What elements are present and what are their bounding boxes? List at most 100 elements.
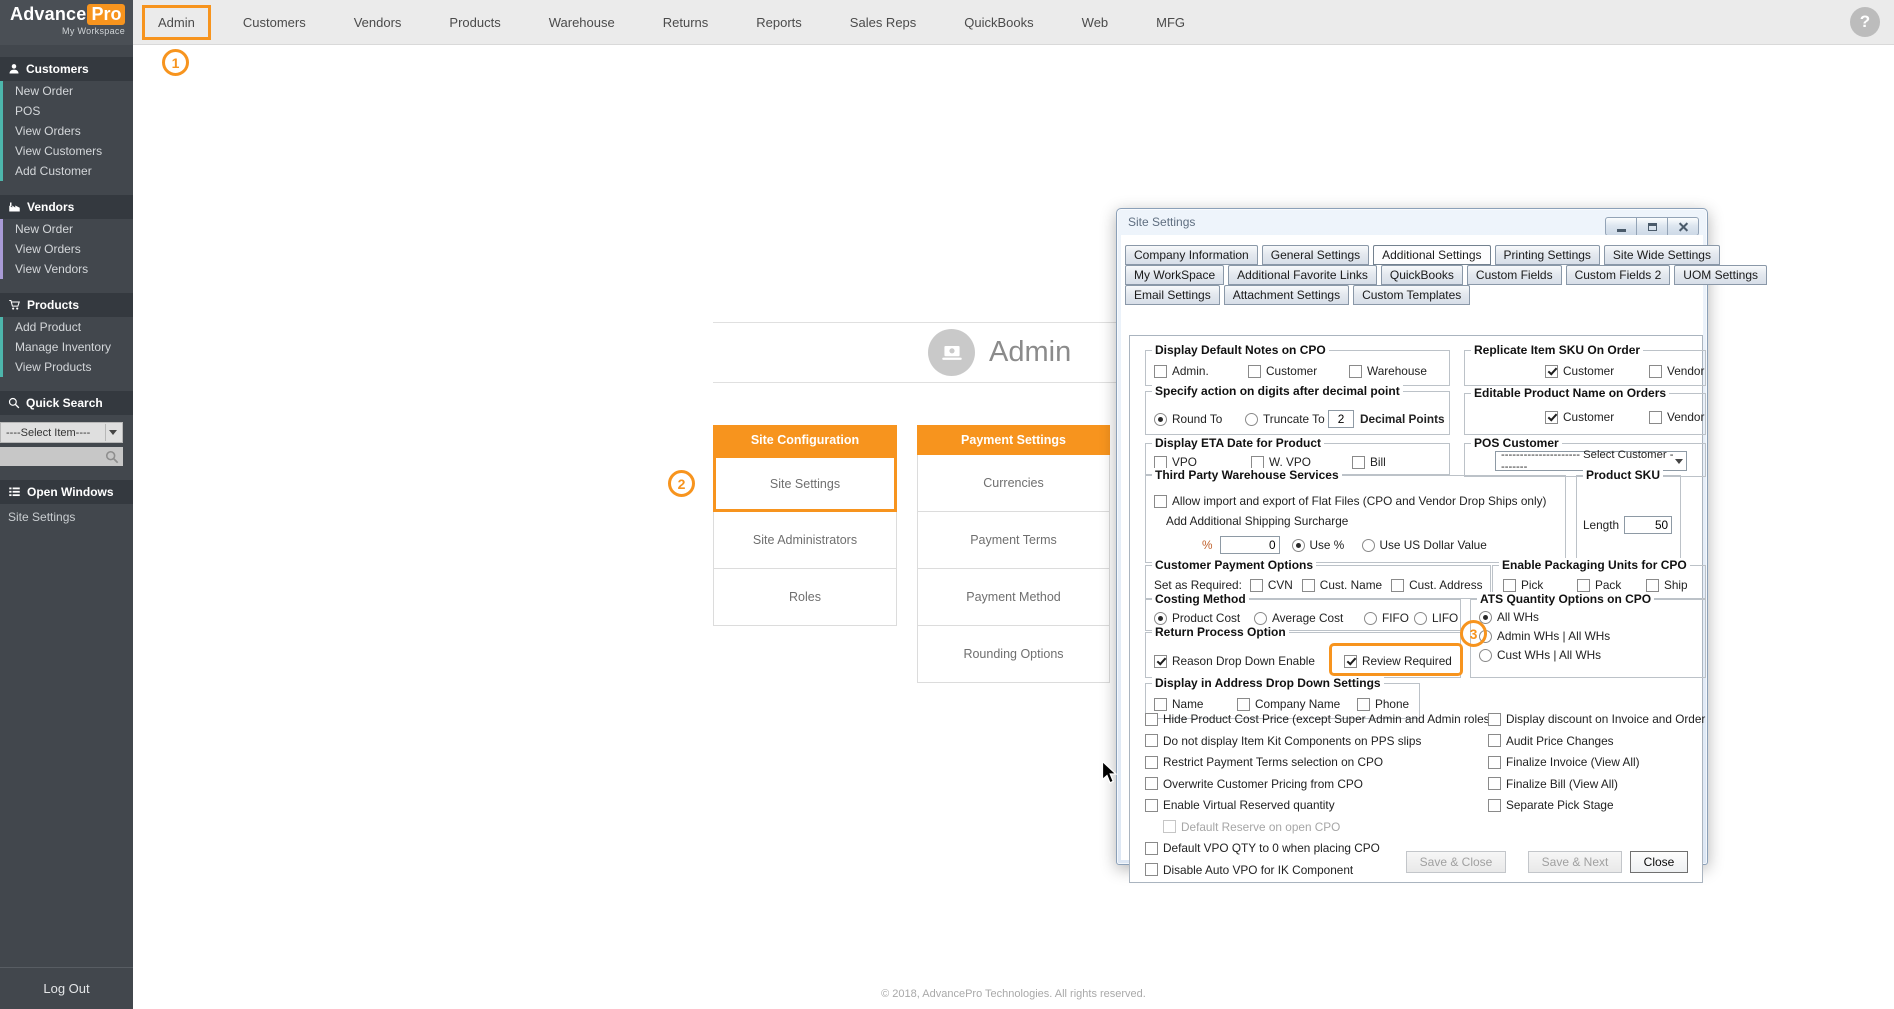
checkbox-customer[interactable]: Customer bbox=[1545, 410, 1649, 424]
checkbox-customer[interactable]: Customer bbox=[1248, 364, 1349, 378]
help-icon[interactable]: ? bbox=[1850, 7, 1880, 37]
nav-item-web[interactable]: Web bbox=[1079, 5, 1112, 40]
checkbox-display-discount-on-invoice-and-order[interactable]: Display discount on Invoice and Order bbox=[1488, 710, 1703, 728]
checkbox-vpo[interactable]: VPO bbox=[1154, 455, 1251, 469]
sidebar-item-vendors-view-orders[interactable]: View Orders bbox=[0, 239, 133, 259]
panel-item-payment-terms[interactable]: Payment Terms bbox=[917, 512, 1110, 569]
checkbox-separate-pick-stage[interactable]: Separate Pick Stage bbox=[1488, 796, 1703, 814]
panel-item-rounding-options[interactable]: Rounding Options bbox=[917, 626, 1110, 683]
radio-lifo[interactable]: LIFO bbox=[1414, 611, 1458, 625]
tab-general-settings[interactable]: General Settings bbox=[1262, 245, 1369, 265]
checkbox-bill[interactable]: Bill bbox=[1352, 455, 1386, 469]
radio-all-whs[interactable]: All WHs bbox=[1479, 610, 1539, 624]
nav-item-returns[interactable]: Returns bbox=[660, 5, 712, 40]
panel-item-site-administrators[interactable]: Site Administrators bbox=[713, 512, 897, 569]
nav-item-quickbooks[interactable]: QuickBooks bbox=[961, 5, 1036, 40]
sidebar-item-add-product[interactable]: Add Product bbox=[0, 317, 133, 337]
checkbox-warehouse[interactable]: Warehouse bbox=[1349, 364, 1427, 378]
tab-attachment-settings[interactable]: Attachment Settings bbox=[1224, 285, 1349, 305]
nav-item-reports[interactable]: Reports bbox=[753, 5, 805, 40]
checkbox-do-not-display-item-kit-components-on-pps-slips[interactable]: Do not display Item Kit Components on PP… bbox=[1145, 732, 1480, 750]
tab-company-information[interactable]: Company Information bbox=[1125, 245, 1258, 265]
checkbox-restrict-payment-terms-selection-on-cpo[interactable]: Restrict Payment Terms selection on CPO bbox=[1145, 753, 1480, 771]
tab-custom-fields[interactable]: Custom Fields bbox=[1467, 265, 1562, 285]
close-window-button[interactable] bbox=[1667, 217, 1699, 236]
checkbox-default-reserve-on-open-cpo[interactable]: Default Reserve on open CPO bbox=[1163, 818, 1480, 836]
quick-search-input[interactable] bbox=[4, 449, 105, 464]
checkbox-enable-virtual-reserved-quantity[interactable]: Enable Virtual Reserved quantity bbox=[1145, 796, 1480, 814]
sidebar-item-vendors-new-order[interactable]: New Order bbox=[0, 219, 133, 239]
radio-use[interactable]: Use % bbox=[1292, 538, 1362, 552]
tab-my-workspace[interactable]: My WorkSpace bbox=[1125, 265, 1224, 285]
surcharge-input[interactable] bbox=[1220, 536, 1280, 554]
checkbox-allow-flat-files[interactable]: Allow import and export of Flat Files (C… bbox=[1154, 494, 1546, 508]
checkbox-vendor[interactable]: Vendor bbox=[1649, 364, 1704, 378]
radio-use-us-dollar-value[interactable]: Use US Dollar Value bbox=[1362, 538, 1487, 552]
sidebar-item-customers-view-orders[interactable]: View Orders bbox=[0, 121, 133, 141]
maximize-button[interactable] bbox=[1636, 217, 1668, 236]
sidebar-item-manage-inventory[interactable]: Manage Inventory bbox=[0, 337, 133, 357]
nav-item-warehouse[interactable]: Warehouse bbox=[546, 5, 618, 40]
radio-average-cost[interactable]: Average Cost bbox=[1254, 611, 1364, 625]
radio-truncate-to[interactable]: Truncate To bbox=[1245, 412, 1328, 426]
logout-button[interactable]: Log Out bbox=[0, 967, 133, 1009]
checkbox-audit-price-changes[interactable]: Audit Price Changes bbox=[1488, 732, 1703, 750]
sidebar-item-pos[interactable]: POS bbox=[0, 101, 133, 121]
sidebar-item-view-products[interactable]: View Products bbox=[0, 357, 133, 377]
checkbox-reason-drop-down-enable[interactable]: Reason Drop Down Enable bbox=[1154, 654, 1344, 668]
checkbox-cust-address[interactable]: Cust. Address bbox=[1391, 578, 1482, 592]
checkbox-finalize-bill-view-all[interactable]: Finalize Bill (View All) bbox=[1488, 775, 1703, 793]
radio-admin-whs-all-whs[interactable]: Admin WHs | All WHs bbox=[1479, 629, 1610, 643]
checkbox-name[interactable]: Name bbox=[1154, 697, 1237, 711]
tab-email-settings[interactable]: Email Settings bbox=[1125, 285, 1220, 305]
checkbox-phone[interactable]: Phone bbox=[1357, 697, 1409, 711]
radio-product-cost[interactable]: Product Cost bbox=[1154, 611, 1254, 625]
checkbox-finalize-invoice-view-all[interactable]: Finalize Invoice (View All) bbox=[1488, 753, 1703, 771]
panel-item-roles[interactable]: Roles bbox=[713, 569, 897, 626]
nav-item-vendors[interactable]: Vendors bbox=[351, 5, 405, 40]
open-window-site-settings[interactable]: Site Settings bbox=[0, 504, 133, 527]
checkbox-vendor[interactable]: Vendor bbox=[1649, 410, 1704, 424]
panel-item-payment-method[interactable]: Payment Method bbox=[917, 569, 1110, 626]
nav-item-products[interactable]: Products bbox=[446, 5, 503, 40]
checkbox-company-name[interactable]: Company Name bbox=[1237, 697, 1357, 711]
sidebar-item-customers-new-order[interactable]: New Order bbox=[0, 81, 133, 101]
panel-item-site-settings[interactable]: Site Settings bbox=[713, 455, 897, 512]
nav-item-sales-reps[interactable]: Sales Reps bbox=[847, 5, 919, 40]
tab-custom-templates[interactable]: Custom Templates bbox=[1353, 285, 1470, 305]
nav-item-admin[interactable]: Admin bbox=[142, 5, 211, 40]
checkbox-cvn[interactable]: CVN bbox=[1250, 578, 1293, 592]
sidebar-item-view-vendors[interactable]: View Vendors bbox=[0, 259, 133, 279]
nav-item-mfg[interactable]: MFG bbox=[1153, 5, 1188, 40]
checkbox-overwrite-customer-pricing-from-cpo[interactable]: Overwrite Customer Pricing from CPO bbox=[1145, 775, 1480, 793]
nav-item-customers[interactable]: Customers bbox=[240, 5, 309, 40]
minimize-button[interactable] bbox=[1605, 217, 1637, 236]
checkbox-admin[interactable]: Admin. bbox=[1154, 364, 1248, 378]
checkbox-customer[interactable]: Customer bbox=[1545, 364, 1649, 378]
search-icon[interactable] bbox=[105, 450, 119, 464]
select-arrow-button[interactable] bbox=[105, 424, 120, 441]
panel-item-currencies[interactable]: Currencies bbox=[917, 455, 1110, 512]
tab-additional-settings[interactable]: Additional Settings bbox=[1373, 245, 1490, 265]
tab-additional-favorite-links[interactable]: Additional Favorite Links bbox=[1228, 265, 1377, 285]
save-and-close-button[interactable]: Save & Close bbox=[1406, 851, 1506, 873]
checkbox-cust-name[interactable]: Cust. Name bbox=[1302, 578, 1382, 592]
radio-round-to[interactable]: Round To bbox=[1154, 412, 1245, 426]
radio-fifo[interactable]: FIFO bbox=[1364, 611, 1414, 625]
radio-cust-whs-all-whs[interactable]: Cust WHs | All WHs bbox=[1479, 648, 1601, 662]
tab-quickbooks[interactable]: QuickBooks bbox=[1381, 265, 1463, 285]
close-button[interactable]: Close bbox=[1630, 851, 1688, 873]
decimal-points-input[interactable] bbox=[1328, 410, 1354, 428]
sidebar-item-add-customer[interactable]: Add Customer bbox=[0, 161, 133, 181]
tab-site-wide-settings[interactable]: Site Wide Settings bbox=[1604, 245, 1720, 265]
save-and-next-button[interactable]: Save & Next bbox=[1528, 851, 1622, 873]
tab-uom-settings[interactable]: UOM Settings bbox=[1674, 265, 1767, 285]
sidebar-item-view-customers[interactable]: View Customers bbox=[0, 141, 133, 161]
checkbox-hide-product-cost-price-except-super-admin-and-admin-roles[interactable]: Hide Product Cost Price (except Super Ad… bbox=[1145, 710, 1480, 728]
tab-printing-settings[interactable]: Printing Settings bbox=[1495, 245, 1600, 265]
quick-search-select[interactable]: ----Select Item---- bbox=[0, 422, 123, 443]
checkbox-pick[interactable]: Pick bbox=[1503, 578, 1577, 592]
tab-custom-fields-2[interactable]: Custom Fields 2 bbox=[1566, 265, 1671, 285]
sku-length-input[interactable] bbox=[1624, 516, 1672, 534]
checkbox-ship[interactable]: Ship bbox=[1646, 578, 1688, 592]
